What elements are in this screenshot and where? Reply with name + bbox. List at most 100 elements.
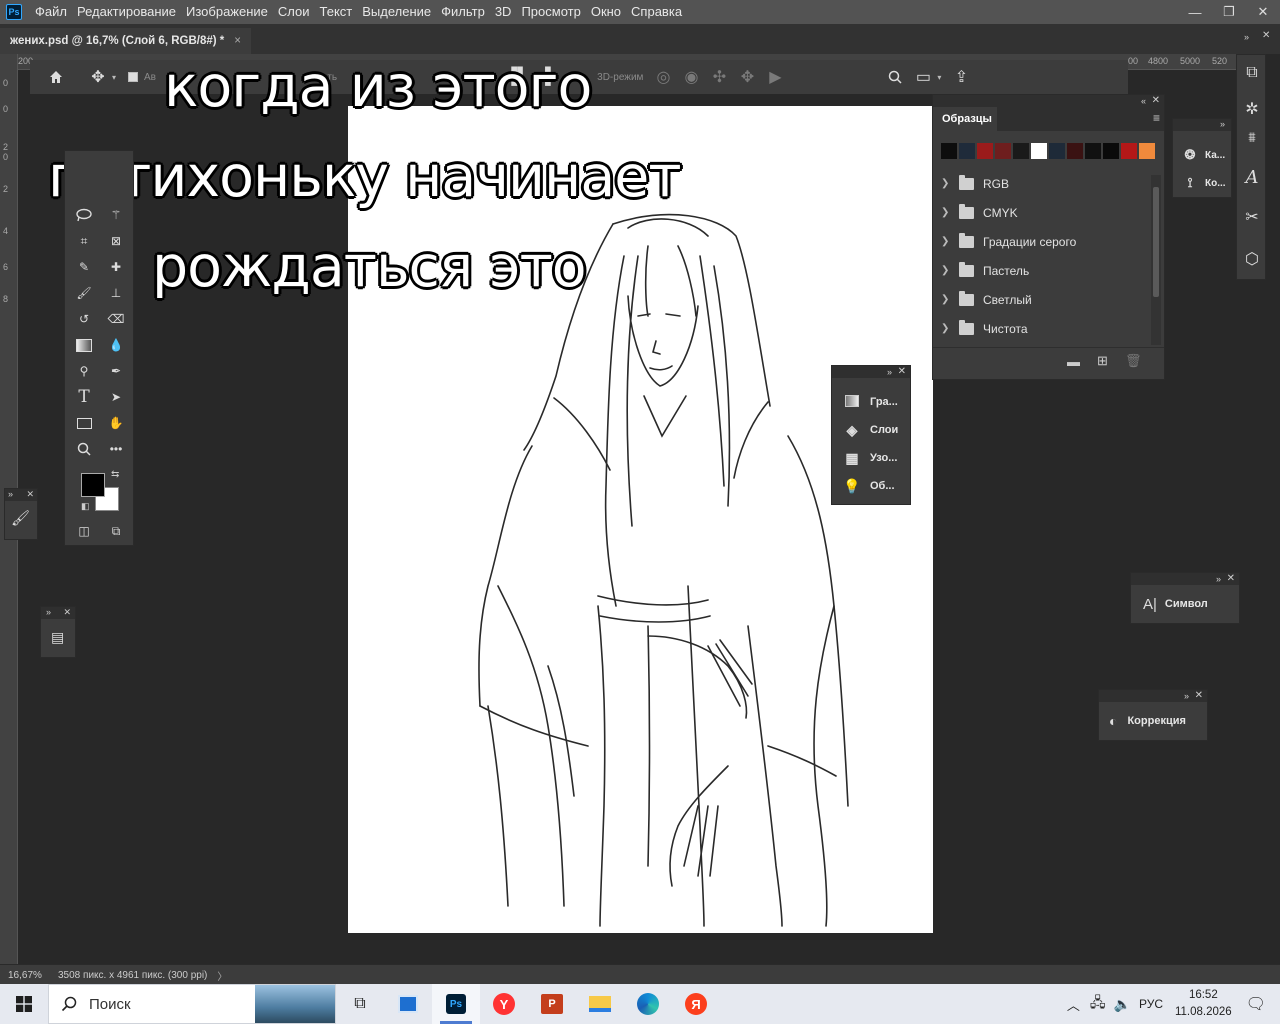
notifications-icon[interactable]: 🗨 — [1246, 994, 1266, 1014]
dock-close-icon[interactable]: ✕ — [1262, 30, 1270, 41]
panel-collapse-icon[interactable]: « — [1141, 95, 1146, 107]
lasso-tool-icon[interactable] — [69, 203, 99, 227]
menu-view[interactable]: Просмотр — [516, 0, 585, 24]
chevron-right-icon[interactable]: ❯ — [941, 323, 955, 334]
roll-3d-icon[interactable]: ◉ — [677, 63, 705, 91]
blur-tool-icon[interactable]: 💧 — [101, 333, 131, 357]
tab-swatches[interactable]: Образцы — [933, 107, 997, 131]
panel-close-icon[interactable]: ✕ — [63, 607, 71, 618]
history-icon[interactable]: ⧉ — [1237, 55, 1267, 91]
dock-expand-icon[interactable]: » — [1244, 32, 1249, 42]
document-tab[interactable]: жених.psd @ 16,7% (Слой 6, RGB/8#) * × — [0, 28, 251, 54]
color-swatch[interactable] — [1103, 143, 1119, 159]
taskbar-app-yandex[interactable]: Я — [672, 984, 720, 1024]
hand-tool-icon[interactable]: ✋ — [101, 411, 131, 435]
color-swatch[interactable] — [1031, 143, 1047, 159]
3d-icon[interactable]: ⬡ — [1237, 241, 1267, 277]
quick-mask-icon[interactable]: ◫ — [69, 519, 99, 543]
rectangle-tool-icon[interactable] — [69, 411, 99, 435]
eyedropper-tool-icon[interactable]: ✎ — [69, 255, 99, 279]
brush-settings-icon[interactable]: 🖌 — [11, 509, 30, 527]
menu-select[interactable]: Выделение — [357, 0, 436, 24]
frame-tool-icon[interactable]: ⊠ — [101, 229, 131, 253]
menu-image[interactable]: Изображение — [181, 0, 273, 24]
search-icon[interactable] — [881, 63, 909, 91]
menu-edit[interactable]: Редактирование — [72, 0, 181, 24]
swatch-group-row[interactable]: ❯ Градации серого — [933, 227, 1151, 256]
input-language[interactable]: РУС — [1139, 997, 1163, 1011]
panel-menu-icon[interactable]: ≡ — [1153, 111, 1160, 125]
screen-mode-icon[interactable]: ⧉ — [101, 519, 131, 543]
scrollbar-track[interactable] — [1151, 175, 1161, 345]
tray-chevron-up-icon[interactable]: ︿ — [1067, 995, 1080, 1014]
panel-item-patterns[interactable]: ▦ Узо... — [832, 444, 910, 472]
panel-expand-icon[interactable]: » — [8, 489, 13, 499]
scale-3d-icon[interactable]: ▶ — [761, 63, 789, 91]
share-icon[interactable]: ⇪ — [947, 63, 975, 91]
pen-tool-icon[interactable]: ✒ — [101, 359, 131, 383]
panel-expand-icon[interactable]: » — [1184, 690, 1189, 702]
color-swatch[interactable] — [977, 143, 993, 159]
menu-file[interactable]: Файл — [30, 0, 72, 24]
panel-expand-icon[interactable]: » — [887, 366, 892, 378]
panel-expand-icon[interactable]: » — [1220, 119, 1225, 129]
move-tool-icon[interactable]: ✥ — [84, 63, 112, 91]
panel-item-paths[interactable]: ⟟ Ко... — [1173, 169, 1231, 197]
magic-wand-tool-icon[interactable]: ⚚ — [101, 203, 131, 227]
taskbar-search-box[interactable]: Поиск — [48, 984, 336, 1024]
panel-close-icon[interactable]: ✕ — [1152, 95, 1160, 107]
taskbar-app-yandex-browser[interactable]: Y — [480, 984, 528, 1024]
swatch-group-row[interactable]: ❯ CMYK — [933, 198, 1151, 227]
color-swatch[interactable] — [1067, 143, 1083, 159]
menu-type[interactable]: Текст — [315, 0, 358, 24]
menu-help[interactable]: Справка — [626, 0, 687, 24]
task-view-button[interactable]: ⧉ — [336, 984, 384, 1024]
eraser-tool-icon[interactable]: ⌫ — [101, 307, 131, 331]
new-swatch-icon[interactable]: ⊞ — [1097, 353, 1108, 369]
clock[interactable]: 16:52 11.08.2026 — [1175, 987, 1232, 1021]
color-swatch[interactable] — [1139, 143, 1155, 159]
swatch-group-row[interactable]: ❯ Светлый — [933, 285, 1151, 314]
dodge-tool-icon[interactable]: ⚲ — [69, 359, 99, 383]
menu-layers[interactable]: Слои — [273, 0, 315, 24]
menu-3d[interactable]: 3D — [490, 0, 517, 24]
default-colors-icon[interactable]: ◧ — [81, 501, 90, 512]
panel-close-icon[interactable]: ✕ — [1227, 573, 1235, 585]
brushes-icon[interactable]: ⩩ — [1237, 119, 1267, 155]
zoom-level[interactable]: 16,67% — [8, 970, 54, 981]
color-swatch[interactable] — [959, 143, 975, 159]
brush-tool-icon[interactable]: 🖌 — [69, 281, 99, 305]
panel-item-character[interactable]: A| Символ — [1131, 589, 1239, 619]
orbit-3d-icon[interactable]: ◎ — [649, 63, 677, 91]
swap-colors-icon[interactable]: ⇆ — [111, 469, 119, 480]
color-swatch[interactable] — [995, 143, 1011, 159]
panel-item-adjustments[interactable]: ◐ Коррекция — [1099, 706, 1207, 736]
document-canvas[interactable] — [348, 106, 933, 933]
glyphs-icon[interactable]: A — [1237, 159, 1267, 195]
chevron-down-icon[interactable]: ▾ — [112, 73, 116, 82]
taskbar-app-powerpoint[interactable]: P — [528, 984, 576, 1024]
panel-item-channels[interactable]: ❂ Ка... — [1173, 141, 1231, 169]
zoom-tool-icon[interactable] — [69, 437, 99, 461]
panel-expand-icon[interactable]: » — [1216, 573, 1221, 585]
status-menu-arrow-icon[interactable]: 〉 — [217, 968, 227, 983]
panel-item-learn[interactable]: 💡 Об... — [832, 472, 910, 500]
color-swatch[interactable] — [1121, 143, 1137, 159]
panel-item-layers[interactable]: ◈ Слои — [832, 416, 910, 444]
swatch-group-row[interactable]: ❯ RGB — [933, 169, 1151, 198]
healing-brush-tool-icon[interactable]: ✚ — [101, 255, 131, 279]
panel-close-icon[interactable]: ✕ — [1195, 690, 1203, 702]
more-tools-icon[interactable]: ••• — [101, 437, 131, 461]
workspace-chevron-icon[interactable]: ▾ — [937, 73, 941, 82]
path-selection-tool-icon[interactable]: ➤ — [101, 385, 131, 409]
foreground-color-swatch[interactable] — [81, 473, 105, 497]
taskbar-app-explorer[interactable] — [576, 984, 624, 1024]
drag-3d-icon[interactable]: ✣ — [705, 63, 733, 91]
slide-3d-icon[interactable]: ✥ — [733, 63, 761, 91]
workspace-icon[interactable]: ▭ — [909, 63, 937, 91]
history-brush-tool-icon[interactable]: ↺ — [69, 307, 99, 331]
crop-tool-icon[interactable]: ⌗ — [69, 229, 99, 253]
color-swatch[interactable] — [1049, 143, 1065, 159]
chevron-right-icon[interactable]: ❯ — [941, 207, 955, 218]
scrollbar-thumb[interactable] — [1153, 187, 1159, 297]
